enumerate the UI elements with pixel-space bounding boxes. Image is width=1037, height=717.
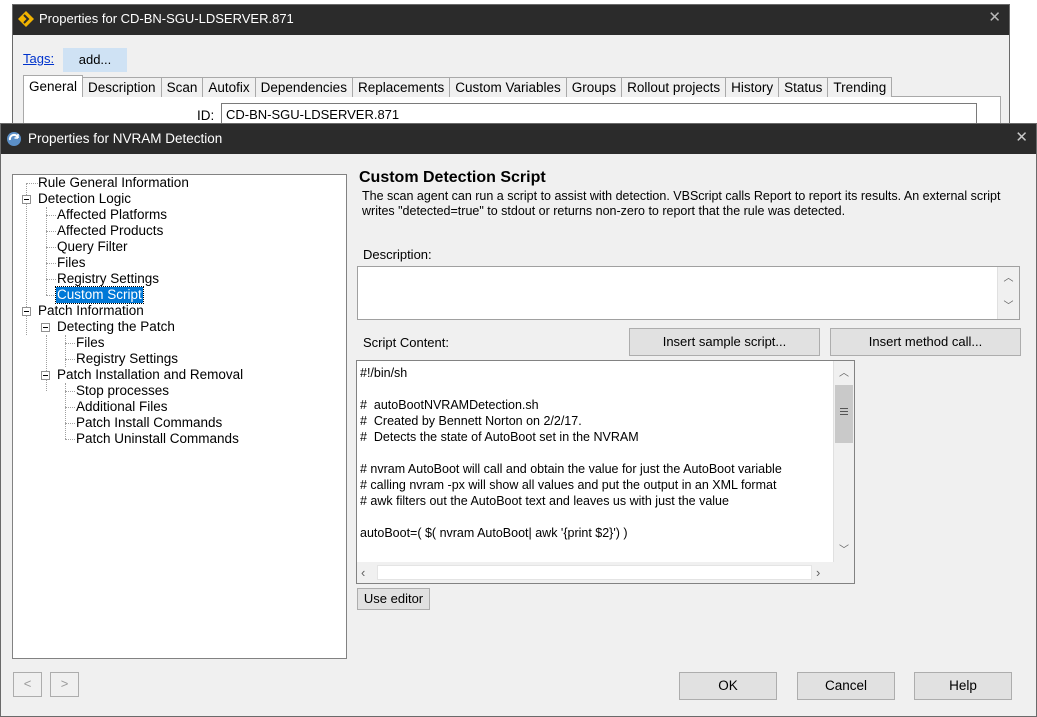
- background-window-title: Properties for CD-BN-SGU-LDSERVER.871: [39, 11, 294, 26]
- description-label: Description:: [363, 247, 432, 262]
- tree-connector: [46, 207, 47, 295]
- tree-connector: [65, 423, 75, 424]
- background-title-bar[interactable]: Properties for CD-BN-SGU-LDSERVER.871 ✕: [13, 5, 1009, 35]
- close-icon[interactable]: ✕: [988, 8, 1001, 26]
- collapse-icon[interactable]: [22, 307, 31, 316]
- window-title-bar[interactable]: Properties for NVRAM Detection ✕: [1, 124, 1036, 154]
- collapse-icon[interactable]: [41, 323, 50, 332]
- scroll-up-icon[interactable]: ︿: [998, 270, 1019, 287]
- tree-connector: [46, 231, 56, 232]
- ok-button[interactable]: OK: [679, 672, 777, 700]
- collapse-icon[interactable]: [41, 371, 50, 380]
- script-horizontal-scrollbar[interactable]: ‹ ›: [357, 562, 854, 583]
- use-editor-button[interactable]: Use editor: [357, 588, 430, 610]
- tree-connector: [46, 263, 56, 264]
- panel-description: The scan agent can run a script to assis…: [362, 189, 1001, 218]
- back-button[interactable]: <: [13, 672, 42, 697]
- scroll-down-icon[interactable]: ﹀: [834, 542, 854, 559]
- background-properties-window: Properties for CD-BN-SGU-LDSERVER.871 ✕ …: [12, 4, 1010, 136]
- scroll-right-icon[interactable]: ›: [816, 564, 830, 581]
- script-content-text[interactable]: #!/bin/sh # autoBootNVRAMDetection.sh # …: [360, 365, 830, 541]
- scroll-thumb[interactable]: [835, 385, 853, 443]
- tree-item-detecting-files[interactable]: Files: [76, 335, 105, 351]
- tree-item-registry-settings[interactable]: Registry Settings: [57, 271, 159, 287]
- properties-tab-strip: General Description Scan Autofix Depende…: [23, 75, 893, 97]
- tree-connector: [65, 407, 75, 408]
- tab-scan[interactable]: Scan: [160, 77, 204, 97]
- tree-item-patch-install-commands[interactable]: Patch Install Commands: [76, 415, 222, 431]
- tree-item-detection-logic[interactable]: Detection Logic: [38, 191, 131, 207]
- tree-item-additional-files[interactable]: Additional Files: [76, 399, 168, 415]
- scroll-left-icon[interactable]: ‹: [361, 564, 375, 581]
- nvram-properties-window: Properties for NVRAM Detection ✕ Rule Ge…: [0, 123, 1037, 717]
- panel-heading: Custom Detection Script: [359, 169, 546, 186]
- scroll-down-icon[interactable]: ﹀: [998, 298, 1019, 315]
- tree-connector: [65, 335, 66, 367]
- forward-button[interactable]: >: [50, 672, 79, 697]
- close-icon[interactable]: ✕: [1015, 128, 1028, 146]
- cancel-button[interactable]: Cancel: [797, 672, 895, 700]
- help-button[interactable]: Help: [914, 672, 1012, 700]
- tree-connector: [65, 391, 75, 392]
- id-field[interactable]: CD-BN-SGU-LDSERVER.871: [221, 103, 977, 125]
- tree-connector: [46, 279, 56, 280]
- scroll-up-icon[interactable]: ︿: [834, 365, 854, 382]
- tree-connector: [65, 439, 75, 440]
- tree-item-affected-platforms[interactable]: Affected Platforms: [57, 207, 167, 223]
- collapse-icon[interactable]: [22, 195, 31, 204]
- tree-item-affected-products[interactable]: Affected Products: [57, 223, 163, 239]
- tags-add-button[interactable]: add...: [63, 48, 127, 72]
- script-content-editor[interactable]: #!/bin/sh # autoBootNVRAMDetection.sh # …: [356, 360, 855, 584]
- tab-groups[interactable]: Groups: [565, 77, 623, 97]
- tab-custom-variables[interactable]: Custom Variables: [449, 77, 567, 97]
- tab-description[interactable]: Description: [82, 77, 162, 97]
- scroll-track[interactable]: [377, 565, 812, 580]
- tree-connector: [46, 335, 47, 391]
- tree-item-patch-information[interactable]: Patch Information: [38, 303, 144, 319]
- tree-connector: [65, 359, 75, 360]
- tab-rollout-projects[interactable]: Rollout projects: [621, 77, 727, 97]
- tree-item-detecting-registry-settings[interactable]: Registry Settings: [76, 351, 178, 367]
- tree-item-rule-general-information[interactable]: Rule General Information: [38, 175, 189, 191]
- tree-item-query-filter[interactable]: Query Filter: [57, 239, 128, 255]
- tab-status[interactable]: Status: [778, 77, 829, 97]
- tree-item-custom-script[interactable]: Custom Script: [55, 286, 144, 304]
- description-textarea[interactable]: ︿ ﹀: [357, 266, 1020, 320]
- tab-trending[interactable]: Trending: [827, 77, 893, 97]
- tree-item-detecting-the-patch[interactable]: Detecting the Patch: [57, 319, 175, 335]
- description-scrollbar[interactable]: ︿ ﹀: [997, 267, 1019, 319]
- script-vertical-scrollbar[interactable]: ︿ ﹀: [833, 361, 854, 562]
- tab-general[interactable]: General: [23, 75, 84, 97]
- tree-item-patch-installation-and-removal[interactable]: Patch Installation and Removal: [57, 367, 243, 383]
- window-title: Properties for NVRAM Detection: [28, 131, 223, 146]
- rule-app-icon: [7, 132, 21, 146]
- ldms-app-icon: [18, 11, 34, 27]
- tags-link[interactable]: Tags:: [23, 51, 54, 66]
- insert-sample-script-button[interactable]: Insert sample script...: [629, 328, 820, 356]
- settings-tree[interactable]: Rule General Information Detection Logic…: [12, 174, 347, 659]
- tree-connector: [46, 247, 56, 248]
- tree-item-stop-processes[interactable]: Stop processes: [76, 383, 169, 399]
- tree-connector: [26, 183, 38, 184]
- tab-autofix[interactable]: Autofix: [202, 77, 256, 97]
- tree-item-files[interactable]: Files: [57, 255, 86, 271]
- tab-replacements[interactable]: Replacements: [351, 77, 451, 97]
- script-content-label: Script Content:: [363, 335, 449, 350]
- tree-item-patch-uninstall-commands[interactable]: Patch Uninstall Commands: [76, 431, 239, 447]
- tree-connector: [46, 295, 56, 296]
- tab-history[interactable]: History: [725, 77, 780, 97]
- tab-dependencies[interactable]: Dependencies: [254, 77, 353, 97]
- id-label: ID:: [197, 108, 215, 123]
- tree-connector: [46, 215, 56, 216]
- tree-connector: [65, 343, 75, 344]
- insert-method-call-button[interactable]: Insert method call...: [830, 328, 1021, 356]
